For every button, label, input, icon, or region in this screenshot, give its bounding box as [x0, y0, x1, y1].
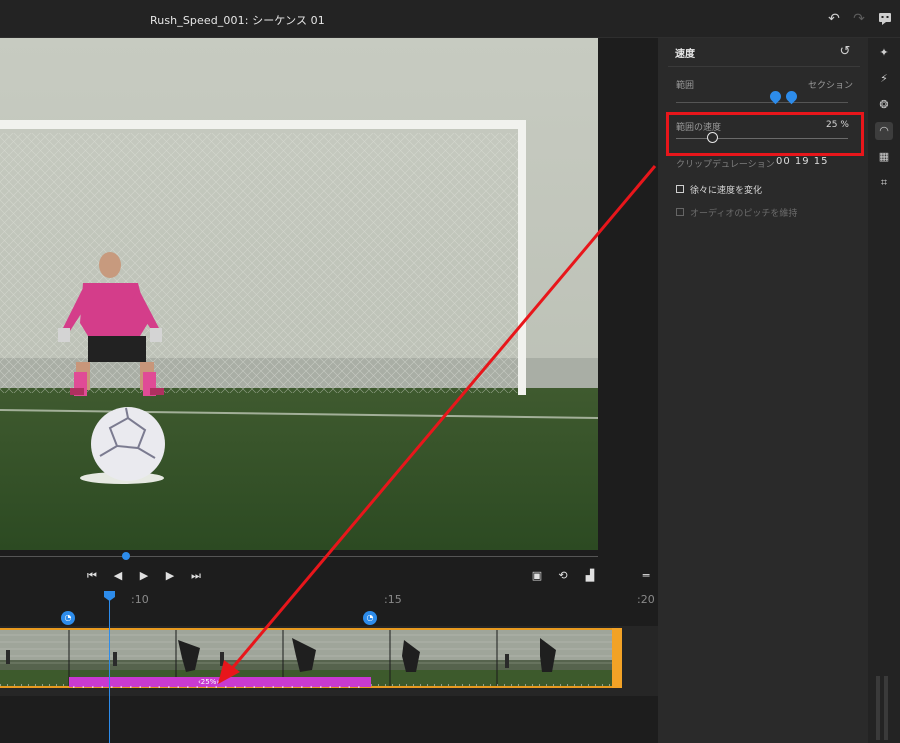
- play-icon[interactable]: ▶: [136, 568, 152, 584]
- panel-title: 速度: [675, 49, 695, 60]
- sequence-title: Rush_Speed_001: シーケンス 01: [150, 14, 325, 27]
- volume-icon[interactable]: ▟: [582, 568, 598, 584]
- range-label: 範囲: [676, 81, 695, 91]
- scrollbar[interactable]: [884, 676, 888, 740]
- ruler-mark: :10: [131, 593, 149, 606]
- clip-end-handle[interactable]: [612, 628, 622, 688]
- speed-ramp-checkbox[interactable]: [676, 185, 684, 193]
- redo-icon[interactable]: ↷: [849, 9, 869, 29]
- menu-icon[interactable]: ═: [638, 568, 654, 584]
- scrub-handle[interactable]: [122, 552, 130, 560]
- fit-frame-icon[interactable]: ▣: [529, 568, 545, 584]
- ruler-mark: :20: [637, 593, 655, 606]
- clip-duration-value[interactable]: 00 19 15: [776, 156, 829, 167]
- title-bar: Rush_Speed_001: シーケンス 01 ↶ ↷: [0, 0, 900, 38]
- loop-icon[interactable]: ⟲: [555, 568, 571, 584]
- keep-pitch-checkbox[interactable]: [676, 208, 684, 216]
- audio-icon[interactable]: ▦: [875, 148, 893, 166]
- program-monitor[interactable]: [0, 38, 598, 550]
- go-to-start-icon[interactable]: ⏮: [84, 568, 100, 584]
- speed-bar-label: ‹25%›: [198, 678, 220, 686]
- app-window: Rush_Speed_001: シーケンス 01 ↶ ↷ ⏮ ◀ ▶ ▶ ⏭ ▣…: [0, 0, 900, 743]
- go-to-end-icon[interactable]: ⏭: [188, 568, 204, 584]
- transitions-icon[interactable]: ⚡: [875, 70, 893, 88]
- speed-ramp-label: 徐々に速度を変化: [690, 186, 763, 196]
- step-back-icon[interactable]: ◀: [110, 568, 126, 584]
- speed-bar-dots: [73, 686, 367, 688]
- speed-keyframe-start-icon[interactable]: ◔: [61, 611, 75, 625]
- panel-divider: [668, 66, 860, 67]
- speed-range-bar[interactable]: [69, 677, 371, 688]
- range-slider[interactable]: [676, 102, 848, 103]
- effects-icon[interactable]: ✦: [875, 44, 893, 62]
- ruler-mark: :15: [384, 593, 402, 606]
- playhead-line[interactable]: [109, 598, 110, 743]
- scrollbar[interactable]: [876, 676, 880, 740]
- keep-pitch-label: オーディオのピッチを維持: [690, 209, 798, 219]
- speed-icon[interactable]: ◠: [875, 122, 893, 140]
- speed-keyframe-end-icon[interactable]: ◔: [363, 611, 377, 625]
- step-forward-icon[interactable]: ▶: [162, 568, 178, 584]
- right-toolbar: [868, 38, 900, 743]
- video-frame: [0, 38, 598, 550]
- color-icon[interactable]: ❂: [875, 96, 893, 114]
- undo-icon[interactable]: ↶: [824, 9, 844, 29]
- comment-icon[interactable]: [875, 9, 895, 29]
- playhead-handle[interactable]: [104, 591, 115, 601]
- highlight-box: [666, 112, 864, 156]
- scrub-bar[interactable]: [0, 556, 598, 557]
- clip-duration-label: クリップデュレーション: [676, 160, 775, 170]
- crop-icon[interactable]: ⌗: [875, 174, 893, 192]
- reset-icon[interactable]: ↺: [838, 44, 852, 59]
- range-value: セクション: [808, 81, 854, 91]
